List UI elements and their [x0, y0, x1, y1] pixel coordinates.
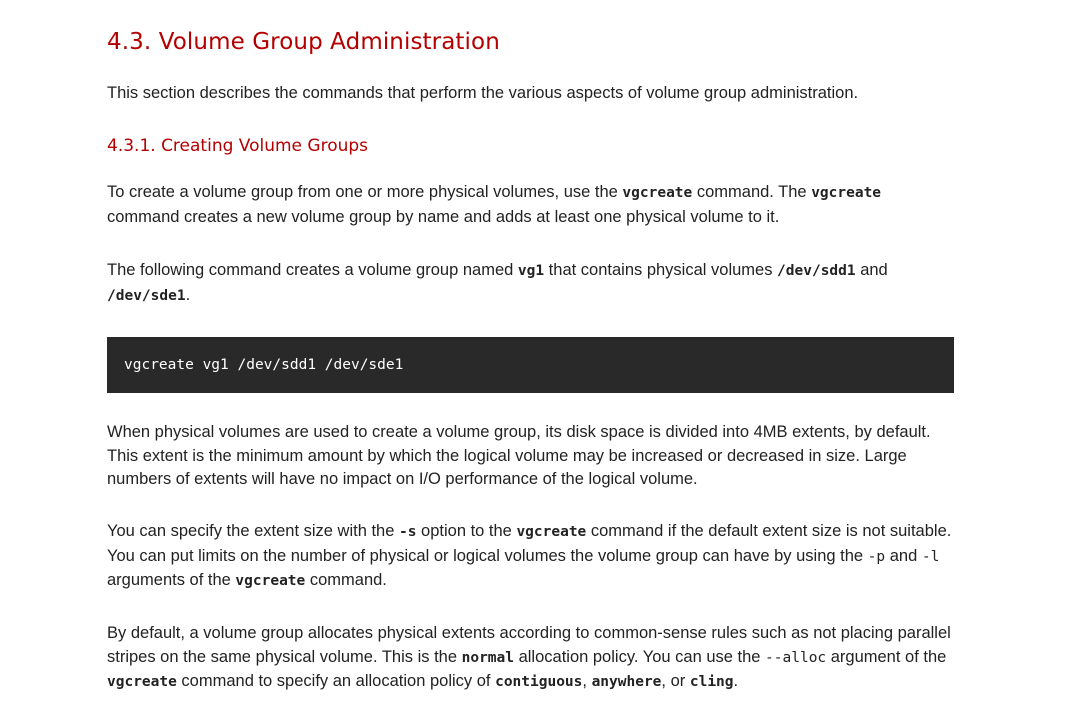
text: command to specify an allocation policy …	[176, 672, 496, 690]
paragraph-create: To create a volume group from one or mor…	[107, 181, 957, 229]
section-title: 4.3. Volume Group Administration	[107, 29, 500, 55]
text: command creates a new volume group by na…	[107, 207, 780, 226]
inline-code: anywhere	[591, 674, 662, 690]
paragraph-allocation: By default, a volume group allocates phy…	[107, 622, 957, 695]
inline-code: /dev/sdd1	[777, 263, 856, 279]
subsection-title: 4.3.1. Creating Volume Groups	[107, 136, 369, 156]
text: option to the	[416, 522, 517, 540]
inline-code: vgcreate	[622, 185, 693, 201]
inline-code: normal	[461, 649, 514, 666]
section-intro: This section describes the commands that…	[107, 84, 859, 102]
paragraph-extents: When physical volumes are used to create…	[107, 423, 931, 488]
text: argument of the	[826, 647, 947, 666]
text: and	[885, 546, 922, 565]
text: You can specify the extent size with the	[107, 522, 399, 540]
text: To create a volume group from one or mor…	[107, 183, 623, 201]
inline-code: vgcreate	[107, 674, 177, 690]
inline-code: contiguous	[495, 674, 583, 690]
inline-code: -s	[398, 524, 417, 540]
paragraph-extent-size: You can specify the extent size with the…	[107, 520, 957, 594]
text: ,	[582, 672, 592, 690]
text: that contains physical volumes	[544, 261, 778, 279]
inline-code: vgcreate	[811, 185, 882, 201]
inline-code: --alloc	[765, 649, 827, 666]
inline-code: cling	[689, 674, 734, 690]
text: arguments of the	[107, 571, 236, 589]
inline-code: -l	[921, 548, 940, 565]
text: , or	[661, 672, 690, 690]
text: command.	[305, 571, 387, 589]
code-block[interactable]: vgcreate vg1 /dev/sdd1 /dev/sde1	[107, 337, 954, 393]
code-command: vgcreate vg1 /dev/sdd1 /dev/sde1	[124, 357, 404, 373]
text: .	[185, 285, 191, 304]
inline-code: -p	[867, 548, 886, 565]
text: command. The	[692, 183, 812, 201]
inline-code: vgcreate	[516, 524, 587, 540]
inline-code: /dev/sde1	[107, 287, 186, 304]
text: .	[733, 672, 739, 690]
inline-code: vg1	[517, 263, 545, 279]
text: allocation policy. You can use the	[514, 647, 766, 666]
paragraph-example: The following command creates a volume g…	[107, 259, 957, 308]
text: The following command creates a volume g…	[107, 261, 518, 279]
text: and	[855, 261, 888, 279]
inline-code: vgcreate	[235, 573, 306, 589]
